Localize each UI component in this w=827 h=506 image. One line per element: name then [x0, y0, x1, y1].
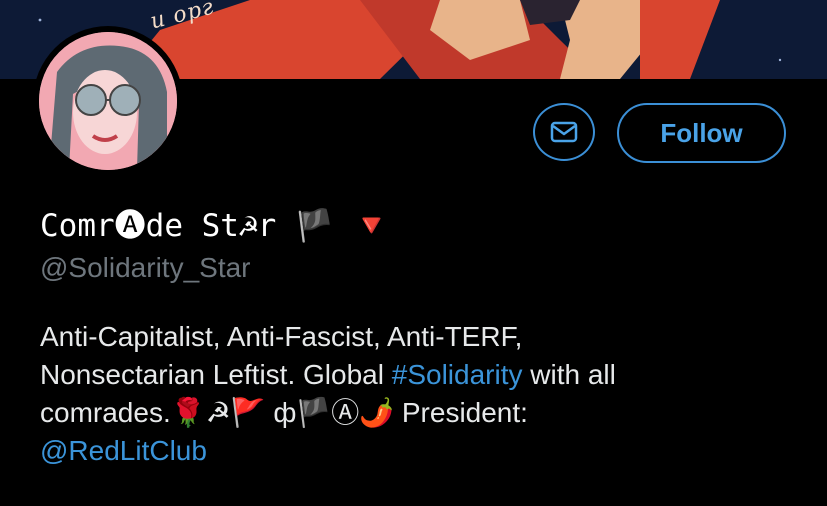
profile-bio: Anti-Capitalist, Anti-Fascist, Anti-TERF…: [40, 318, 800, 470]
bio-text: Nonsectarian Leftist. Global: [40, 359, 392, 390]
hashtag-link[interactable]: #Solidarity: [392, 359, 523, 390]
message-button[interactable]: [533, 103, 595, 161]
bio-line: Nonsectarian Leftist. Global #Solidarity…: [40, 356, 800, 394]
bio-line: Anti-Capitalist, Anti-Fascist, Anti-TERF…: [40, 321, 523, 352]
bio-line: @RedLitClub: [40, 432, 800, 470]
follow-button[interactable]: Follow: [617, 103, 786, 163]
display-name: Comr🅐de St☭r 🏴 🔻: [40, 208, 391, 244]
bio-line: comrades.🌹☭🚩 ф🏴Ⓐ🌶️ President:: [40, 397, 528, 428]
mention-link[interactable]: @RedLitClub: [40, 435, 207, 466]
avatar[interactable]: [33, 26, 183, 176]
bio-text: with all: [522, 359, 616, 390]
envelope-icon: [550, 121, 578, 143]
avatar-photo: [39, 32, 177, 170]
profile-handle: @Solidarity_Star: [40, 252, 251, 283]
